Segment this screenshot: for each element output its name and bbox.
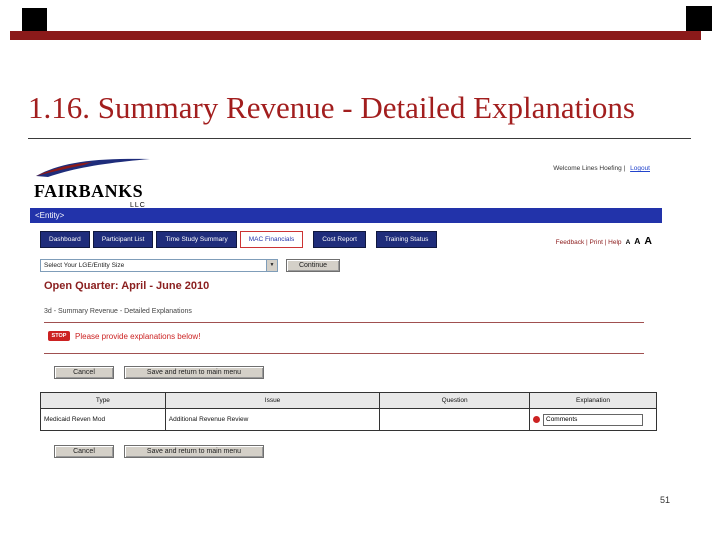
nav-training-status[interactable]: Training Status: [375, 231, 438, 248]
lge-size-select-value: Select Your LGE/Entity Size: [44, 262, 125, 269]
lge-filter-row: Select Your LGE/Entity Size ▼ Continue: [40, 259, 340, 273]
stop-alert: STOP Please provide explanations below!: [48, 330, 200, 342]
section-divider-bottom: [44, 353, 644, 354]
table-header-row: Type Issue Question Explanation: [40, 392, 657, 409]
cell-question: [379, 408, 530, 431]
open-quarter-label: Open Quarter: April - June 2010: [44, 280, 210, 292]
cell-issue: Additional Revenue Review: [164, 408, 381, 431]
lge-size-select[interactable]: Select Your LGE/Entity Size ▼: [40, 259, 278, 272]
column-header-issue: Issue: [164, 392, 381, 409]
action-buttons-bottom: Cancel Save and return to main menu: [54, 445, 264, 458]
nav-mac-financials[interactable]: MAC Financials: [239, 231, 304, 248]
main-navigation: Dashboard Participant List Time Study Su…: [40, 231, 438, 248]
cell-type: Medicaid Reven Mod: [40, 408, 166, 431]
save-return-button[interactable]: Save and return to main menu: [124, 366, 264, 379]
section-breadcrumb: 3d - Summary Revenue - Detailed Explanat…: [44, 308, 192, 315]
cancel-button[interactable]: Cancel: [54, 366, 114, 379]
app-screenshot: FAIRBANKS LLC Welcome Lines Hoefing | Lo…: [30, 150, 662, 465]
continue-button[interactable]: Continue: [286, 259, 340, 272]
top-accent-bar: [10, 31, 701, 40]
logo-wordmark: FAIRBANKS: [34, 181, 144, 201]
alert-message: Please provide explanations below!: [75, 331, 201, 341]
utility-links-text[interactable]: Feedback | Print | Help: [556, 239, 622, 246]
save-return-button-bottom[interactable]: Save and return to main menu: [124, 445, 264, 458]
logout-link[interactable]: Logout: [630, 165, 650, 172]
font-size-medium-button[interactable]: A: [634, 236, 640, 246]
column-header-type: Type: [40, 392, 166, 409]
column-header-question: Question: [379, 392, 530, 409]
explanations-table: Type Issue Question Explanation Medicaid…: [40, 392, 657, 431]
cancel-button-bottom[interactable]: Cancel: [54, 445, 114, 458]
section-divider-top: [44, 322, 644, 323]
welcome-text: Welcome Lines Hoefing |: [553, 165, 626, 172]
fairbanks-logo-swoosh-icon: [36, 158, 150, 177]
required-marker-icon: [533, 416, 540, 423]
chevron-down-icon[interactable]: ▼: [266, 260, 277, 271]
column-header-explanation: Explanation: [529, 392, 657, 409]
font-size-large-button[interactable]: A: [644, 235, 652, 247]
nav-time-study-summary[interactable]: Time Study Summary: [156, 231, 237, 248]
welcome-bar: Welcome Lines Hoefing | Logout: [553, 165, 650, 172]
table-row: Medicaid Reven Mod Additional Revenue Re…: [40, 408, 657, 431]
nav-participant-list[interactable]: Participant List: [92, 231, 154, 248]
top-right-accent-square: [686, 6, 712, 31]
action-buttons-top: Cancel Save and return to main menu: [54, 366, 264, 379]
cell-explanation: [529, 408, 657, 431]
comments-input[interactable]: [543, 413, 643, 426]
slide-title: 1.16. Summary Revenue - Detailed Explana…: [28, 90, 635, 125]
nav-dashboard[interactable]: Dashboard: [40, 231, 90, 248]
stop-sign-icon: STOP: [48, 331, 70, 341]
utility-links: Feedback | Print | Help A A A: [556, 235, 652, 247]
font-size-small-button[interactable]: A: [626, 239, 631, 246]
nav-cost-report[interactable]: Cost Report: [313, 231, 366, 248]
fairbanks-logo: FAIRBANKS LLC: [34, 156, 184, 210]
presentation-slide: 1.16. Summary Revenue - Detailed Explana…: [0, 0, 720, 540]
entity-select-bar[interactable]: <Entity>: [30, 208, 662, 223]
title-underline: [28, 138, 691, 139]
entity-select-label: <Entity>: [35, 211, 65, 220]
page-number: 51: [660, 495, 671, 505]
